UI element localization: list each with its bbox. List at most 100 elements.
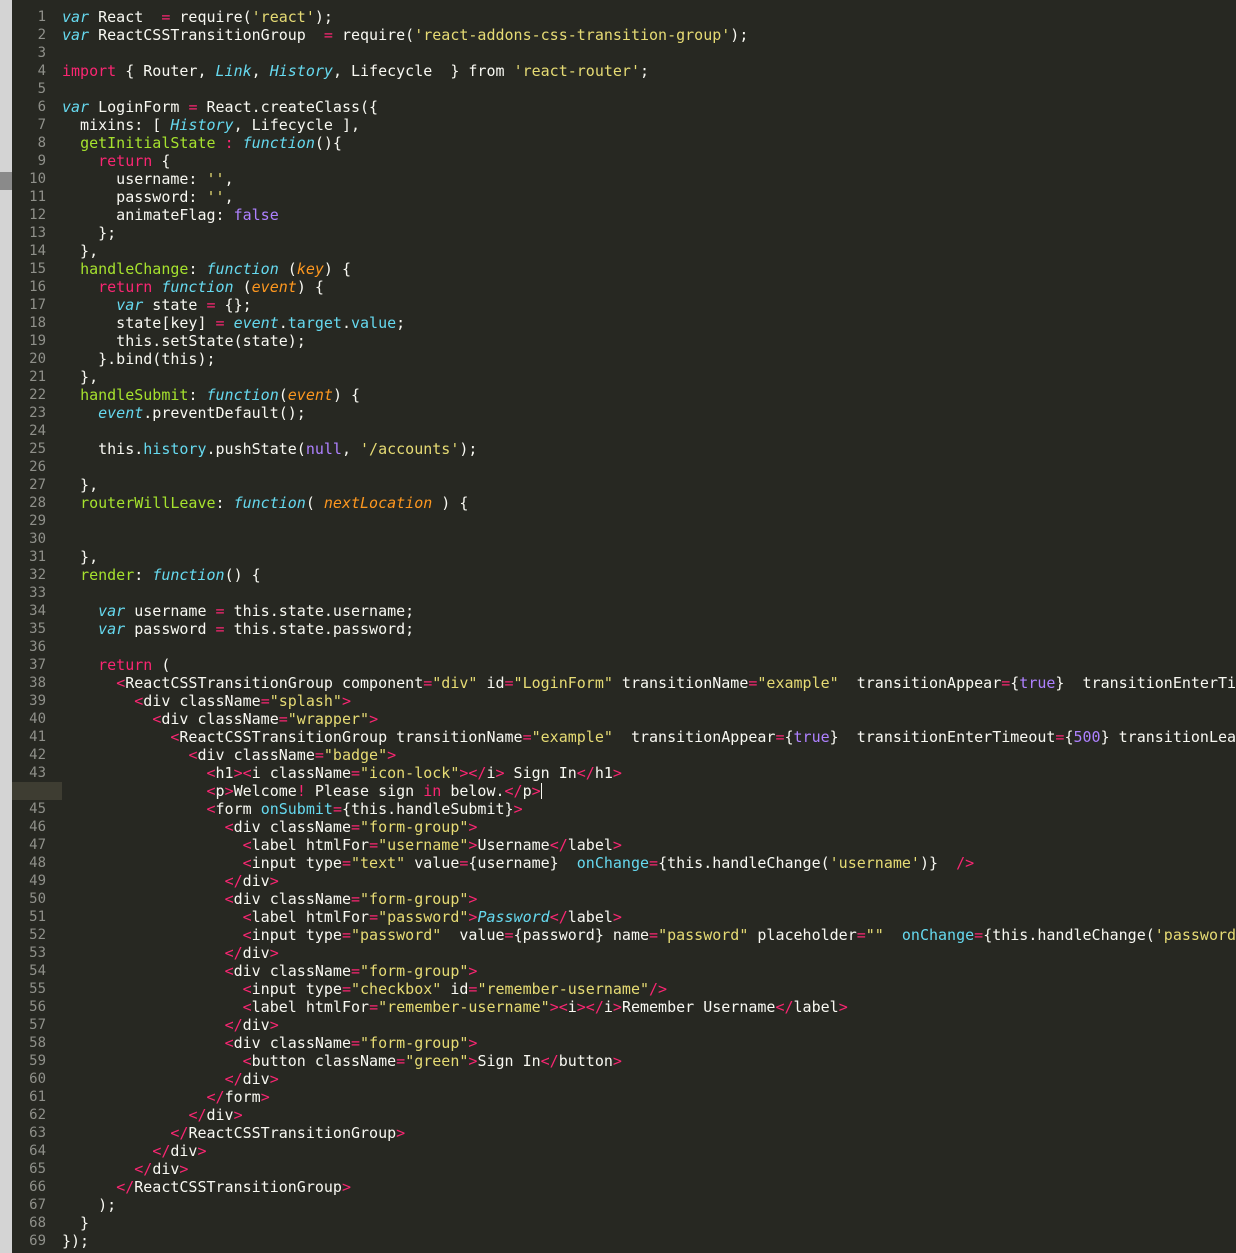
code-line[interactable] (62, 44, 1236, 62)
code-line[interactable]: </ReactCSSTransitionGroup> (62, 1178, 1236, 1196)
code-token: "form-group" (360, 890, 469, 908)
code-line[interactable]: }, (62, 476, 1236, 494)
code-line[interactable]: <div className="form-group"> (62, 890, 1236, 908)
code-token: event (251, 278, 297, 296)
code-line[interactable]: <input type="password" value={password} … (62, 926, 1236, 944)
code-token: div (242, 944, 270, 962)
code-line[interactable]: animateFlag: false (62, 206, 1236, 224)
code-line[interactable]: <input type="checkbox" id="remember-user… (62, 980, 1236, 998)
code-line[interactable]: </div> (62, 1070, 1236, 1088)
code-line[interactable]: <div className="form-group"> (62, 962, 1236, 980)
code-token: ( (233, 278, 252, 296)
code-line[interactable]: routerWillLeave: function( nextLocation … (62, 494, 1236, 512)
code-line[interactable]: </div> (62, 872, 1236, 890)
code-token: ReactCSSTransitionGroup (134, 1178, 342, 1196)
code-line[interactable]: }.bind(this); (62, 350, 1236, 368)
code-token: .preventDefault(); (143, 404, 306, 422)
code-line[interactable]: <div className="form-group"> (62, 818, 1236, 836)
code-line[interactable] (62, 584, 1236, 602)
code-token: '/accounts' (360, 440, 460, 458)
code-line[interactable]: </div> (62, 1016, 1236, 1034)
code-line[interactable]: <label htmlFor="password" > Password</labe… (62, 908, 1236, 926)
code-line[interactable]: state[key] = event.target.value; (62, 314, 1236, 332)
code-line[interactable]: return { (62, 152, 1236, 170)
code-token: div (170, 1142, 198, 1160)
code-token: p (522, 782, 532, 800)
code-token: {this.handleChange( (983, 926, 1155, 944)
code-line[interactable]: </form> (62, 1088, 1236, 1106)
code-line[interactable]: </div> (62, 1106, 1236, 1124)
code-line[interactable]: handleSubmit: function(event) { (62, 386, 1236, 404)
code-token: ( (278, 386, 288, 404)
code-line[interactable]: import { Router, Link, History, Lifecycl… (62, 62, 1236, 80)
code-line[interactable]: mixins: [ History, Lifecycle ], (62, 116, 1236, 134)
code-line[interactable]: }, (62, 368, 1236, 386)
code-line[interactable]: <ReactCSSTransitionGroup component="div"… (62, 674, 1236, 692)
code-line[interactable]: getInitialState : function(){ (62, 134, 1236, 152)
code-token: return (98, 278, 153, 296)
code-line[interactable]: </div> (62, 1160, 1236, 1178)
code-token: History (269, 62, 333, 80)
code-token: 500 (1073, 728, 1101, 746)
code-line[interactable] (62, 530, 1236, 548)
code-line[interactable]: this.history.pushState(null, '/accounts'… (62, 440, 1236, 458)
line-number: 13 (29, 225, 46, 241)
code-line[interactable] (62, 638, 1236, 656)
code-token: > (612, 836, 622, 854)
code-line[interactable]: </div> (62, 944, 1236, 962)
code-line[interactable]: var LoginForm = React.createClass({ (62, 98, 1236, 116)
line-number: 30 (29, 531, 46, 547)
code-line[interactable]: <ReactCSSTransitionGroup transitionName=… (62, 728, 1236, 746)
code-line[interactable]: <div className="form-group"> (62, 1034, 1236, 1052)
code-line[interactable]: event.preventDefault(); (62, 404, 1236, 422)
code-line[interactable]: <input type="text" value={username} onCh… (62, 854, 1236, 872)
scrollbar-thumb[interactable] (0, 172, 12, 190)
code-line[interactable] (62, 458, 1236, 476)
code-line[interactable]: }; (62, 224, 1236, 242)
code-line[interactable]: }); (62, 1232, 1236, 1250)
scrollbar-strip[interactable] (0, 0, 12, 1253)
code-token: = (649, 854, 659, 872)
code-line[interactable]: var React = require('react'); (62, 8, 1236, 26)
code-line[interactable]: ); (62, 1196, 1236, 1214)
code-token: "password" (351, 926, 442, 944)
code-line[interactable]: <label htmlFor="username" > Username</labe… (62, 836, 1236, 854)
code-line[interactable]: <form onSubmit={this.handleSubmit}> (62, 800, 1236, 818)
code-line[interactable]: <h1><i className="icon-lock"></i> Sign I… (62, 764, 1236, 782)
code-line[interactable]: password: '', (62, 188, 1236, 206)
code-line[interactable]: return function (event) { (62, 278, 1236, 296)
code-line[interactable]: } (62, 1214, 1236, 1232)
code-line[interactable]: <div className="badge"> (62, 746, 1236, 764)
code-line[interactable]: <div className="splash"> (62, 692, 1236, 710)
code-line[interactable]: <div className="wrapper"> (62, 710, 1236, 728)
line-number: 11 (29, 189, 46, 205)
code-token: onChange (576, 854, 650, 872)
code-token: var (98, 620, 126, 638)
code-line[interactable]: <p>Welcome! Please sign in below.</p> (62, 782, 1236, 800)
code-line[interactable] (62, 422, 1236, 440)
code-line[interactable] (62, 80, 1236, 98)
code-line[interactable]: </ReactCSSTransitionGroup> (62, 1124, 1236, 1142)
code-line[interactable] (62, 512, 1236, 530)
code-line[interactable]: username: '', (62, 170, 1236, 188)
code-line[interactable]: var password = this.state.password; (62, 620, 1236, 638)
code-token: function (242, 134, 315, 152)
code-token: . (278, 314, 288, 332)
code-token: "username" (378, 836, 469, 854)
code-line[interactable]: </div> (62, 1142, 1236, 1160)
code-token: = (351, 962, 361, 980)
code-line[interactable]: render: function() { (62, 566, 1236, 584)
code-line[interactable]: this.setState(state); (62, 332, 1236, 350)
code-line[interactable]: handleChange: function (key) { (62, 260, 1236, 278)
code-token: : (134, 566, 153, 584)
code-line[interactable]: }, (62, 548, 1236, 566)
code-line[interactable]: var username = this.state.username; (62, 602, 1236, 620)
code-line[interactable]: var state = {}; (62, 296, 1236, 314)
code-line[interactable]: }, (62, 242, 1236, 260)
code-editor[interactable]: var React = require('react'); var ReactCS… (62, 0, 1236, 1253)
code-line[interactable]: <label htmlFor="remember-username"><i></… (62, 998, 1236, 1016)
code-line[interactable]: var ReactCSSTransitionGroup = require('r… (62, 26, 1236, 44)
code-line[interactable]: return ( (62, 656, 1236, 674)
code-line[interactable]: <button className="green" > Sign In</butto… (62, 1052, 1236, 1070)
